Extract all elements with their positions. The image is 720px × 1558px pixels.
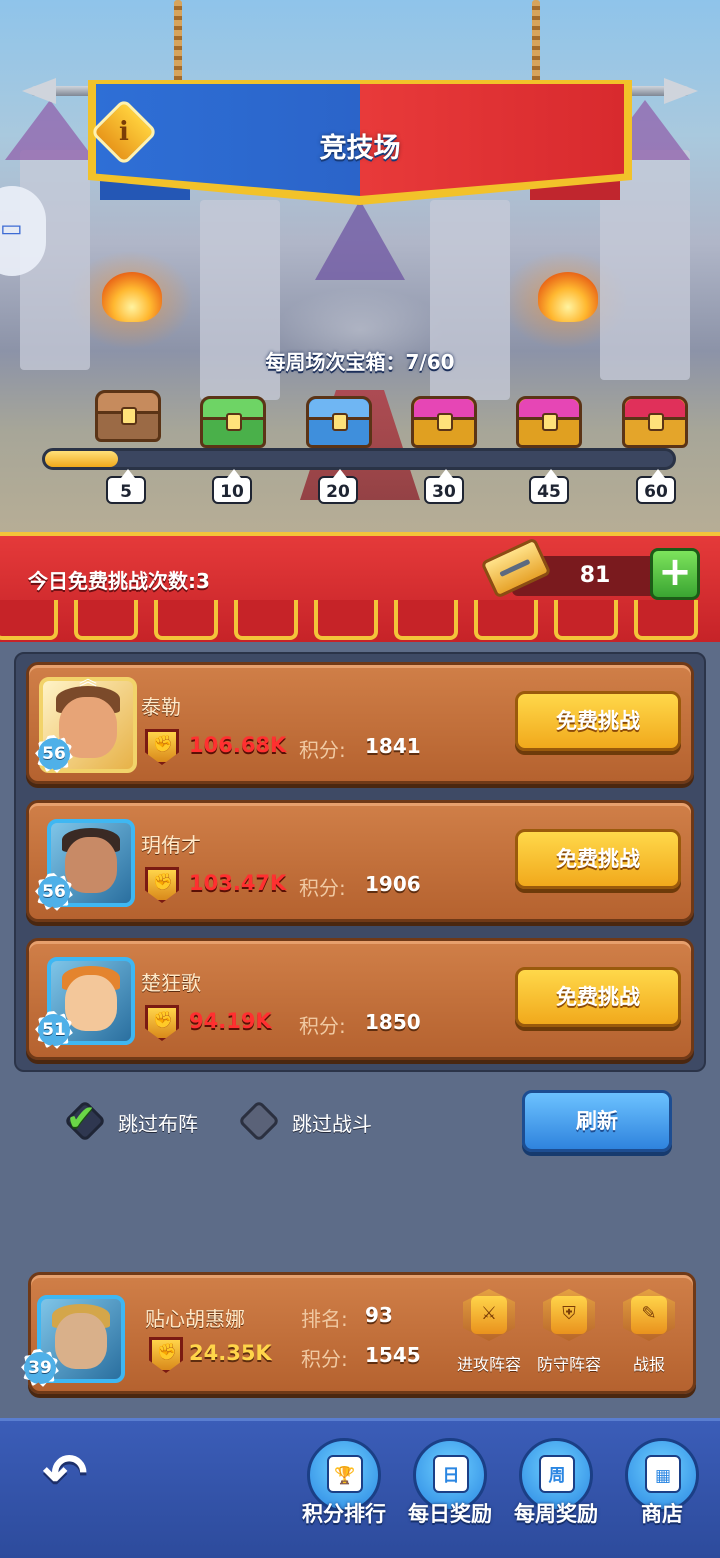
score-label: 积分: (299, 738, 346, 762)
opponent-name: 玥侑才 (141, 833, 201, 857)
power-fist-icon (145, 729, 179, 765)
opponent-card: 51 楚狂歌 94.19K 积分: 1850 免费挑战 (26, 938, 694, 1060)
power-fist-icon (145, 867, 179, 903)
nav-shop-label[interactable]: 商店 (607, 1498, 717, 1528)
pink-chest-icon[interactable] (411, 396, 477, 448)
free-challenge-count: 今日免费挑战次数:3 (28, 569, 210, 593)
battle-report-label[interactable]: 战报 (604, 1351, 694, 1375)
chat-bubble-icon[interactable]: ▭ (0, 214, 26, 242)
attack-lineup-label[interactable]: 进攻阵容 (444, 1351, 534, 1375)
score-label: 积分: (299, 876, 346, 900)
report-scroll-icon[interactable]: ✎ (631, 1296, 667, 1334)
my-power: 24.35K (189, 1341, 272, 1365)
milestone-label: 5 (106, 469, 146, 504)
my-player-card: 39 贴心胡惠娜 24.35K 排名: 93 积分: 1545 ⚔ 进攻阵容 ⛨… (21, 1272, 696, 1394)
shield-icon[interactable]: ⛨ (551, 1296, 587, 1334)
opponent-card: ︽ 56 泰勒 106.68K 积分: 1841 免费挑战 (26, 662, 694, 784)
score-label: 积分: (301, 1347, 348, 1371)
milestone-label: 10 (212, 469, 252, 504)
green-chest-icon[interactable] (200, 396, 266, 448)
power-fist-icon (149, 1337, 183, 1373)
weekly-progress-fill (45, 451, 118, 467)
plus-icon[interactable]: + (650, 548, 700, 600)
refresh-button[interactable]: 刷新 (522, 1090, 672, 1152)
ruby-chest-icon[interactable] (622, 396, 688, 448)
my-score: 1545 (365, 1343, 421, 1367)
pink-chest-icon[interactable] (516, 396, 582, 448)
free-challenge-button[interactable]: 免费挑战 (515, 829, 681, 889)
milestone-label: 30 (424, 469, 464, 504)
weekly-chest-label: 每周场次宝箱：7/60 (200, 346, 520, 375)
info-icon[interactable]: i (100, 108, 148, 156)
page-title: 竞技场 (319, 133, 401, 164)
checkmark-icon[interactable]: ✔ (66, 1098, 96, 1139)
free-challenge-button[interactable]: 免费挑战 (515, 967, 681, 1027)
score-label: 积分: (299, 1014, 346, 1038)
free-challenge-button[interactable]: 免费挑战 (515, 691, 681, 751)
opponent-power: 94.19K (189, 1009, 272, 1033)
blue-chest-icon[interactable] (306, 396, 372, 448)
weekly-progress-track (42, 448, 676, 470)
opponent-name: 泰勒 (141, 695, 181, 719)
skip-battle-label[interactable]: 跳过战斗 (292, 1108, 372, 1137)
opponent-score: 1850 (365, 1010, 421, 1034)
power-fist-icon (145, 1005, 179, 1041)
opponent-power: 103.47K (189, 871, 287, 895)
milestone-label: 60 (636, 469, 676, 504)
milestone-label: 45 (529, 469, 569, 504)
opponent-score: 1906 (365, 872, 421, 896)
defense-lineup-label[interactable]: 防守阵容 (524, 1351, 614, 1375)
my-rank: 93 (365, 1303, 393, 1327)
opponent-power: 106.68K (189, 733, 287, 757)
wood-chest-icon[interactable] (95, 390, 161, 442)
skip-formation-label[interactable]: 跳过布阵 (118, 1108, 198, 1137)
milestone-label: 20 (318, 469, 358, 504)
undo-arrow-icon[interactable]: ↶ (30, 1444, 100, 1504)
wings-icon: ︽ (79, 669, 97, 690)
opponent-score: 1841 (365, 734, 421, 758)
nav-daily-reward-label[interactable]: 每日奖励 (395, 1498, 505, 1528)
ticket-count: 81 (579, 563, 611, 588)
weekly-chest-progress: 7/60 (405, 350, 455, 374)
nav-ranking-label[interactable]: 积分排行 (289, 1498, 399, 1528)
opponent-card: 56 玥侑才 103.47K 积分: 1906 免费挑战 (26, 800, 694, 922)
opponent-name: 楚狂歌 (141, 971, 201, 995)
rank-label: 排名: (301, 1307, 348, 1331)
skip-battle-checkbox[interactable] (237, 1099, 281, 1143)
nav-weekly-reward-label[interactable]: 每周奖励 (501, 1498, 611, 1528)
crossed-swords-icon[interactable]: ⚔ (471, 1296, 507, 1334)
my-name: 贴心胡惠娜 (145, 1307, 245, 1331)
weekly-chest-title: 每周场次宝箱： (265, 350, 406, 374)
